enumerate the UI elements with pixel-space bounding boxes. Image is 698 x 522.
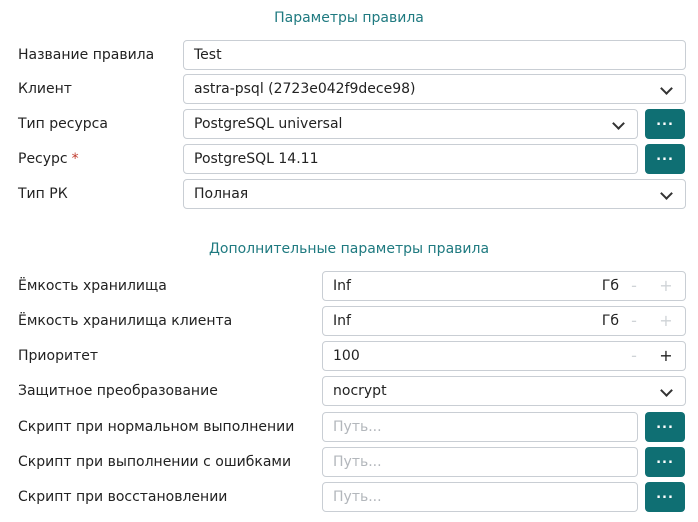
row-priority: Приоритет 100 - + bbox=[0, 341, 698, 371]
script-normal-input[interactable]: Путь... bbox=[322, 412, 638, 442]
rule-name-input[interactable]: Test bbox=[183, 40, 686, 70]
rule-name-label: Название правила bbox=[18, 47, 155, 63]
client-storage-capacity-decrement-button[interactable]: - bbox=[627, 307, 641, 335]
protective-transform-label: Защитное преобразование bbox=[18, 383, 218, 399]
script-errors-browse-button[interactable]: ... bbox=[645, 447, 685, 477]
row-script-normal: Скрипт при нормальном выполнении Путь...… bbox=[0, 412, 698, 442]
resource-type-label: Тип ресурса bbox=[18, 116, 108, 132]
storage-capacity-unit: Гб bbox=[601, 278, 619, 294]
script-normal-browse-button[interactable]: ... bbox=[645, 412, 685, 442]
resource-type-select[interactable]: PostgreSQL universal bbox=[183, 109, 638, 139]
row-storage-capacity: Ёмкость хранилища Inf Гб - + bbox=[0, 271, 698, 301]
client-label: Клиент bbox=[18, 81, 72, 97]
backup-type-label: Тип РК bbox=[18, 186, 68, 202]
resource-value: PostgreSQL 14.11 bbox=[194, 151, 319, 167]
script-normal-label: Скрипт при нормальном выполнении bbox=[18, 419, 295, 435]
storage-capacity-input[interactable]: Inf Гб - + bbox=[322, 271, 686, 301]
resource-type-browse-button[interactable]: ... bbox=[645, 109, 685, 139]
client-storage-capacity-label: Ёмкость хранилища клиента bbox=[18, 313, 233, 329]
script-errors-input[interactable]: Путь... bbox=[322, 447, 638, 477]
row-client: Клиент astra-psql (2723e042f9dece98) bbox=[0, 74, 698, 104]
row-resource: Ресурс * PostgreSQL 14.11 ... bbox=[0, 144, 698, 174]
storage-capacity-value: Inf bbox=[333, 278, 351, 294]
client-value: astra-psql (2723e042f9dece98) bbox=[194, 81, 416, 97]
section-title-main: Параметры правила bbox=[274, 10, 424, 26]
resource-input[interactable]: PostgreSQL 14.11 bbox=[183, 144, 638, 174]
row-client-storage-capacity: Ёмкость хранилища клиента Inf Гб - + bbox=[0, 306, 698, 336]
client-storage-capacity-unit: Гб bbox=[601, 313, 619, 329]
row-protective-transform: Защитное преобразование nocrypt bbox=[0, 376, 698, 406]
script-errors-label: Скрипт при выполнении с ошибками bbox=[18, 454, 292, 470]
resource-browse-button[interactable]: ... bbox=[645, 144, 685, 174]
priority-input[interactable]: 100 - + bbox=[322, 341, 686, 371]
client-storage-capacity-value: Inf bbox=[333, 313, 351, 329]
priority-decrement-button[interactable]: - bbox=[627, 342, 641, 370]
client-storage-capacity-increment-button[interactable]: + bbox=[659, 307, 673, 335]
priority-increment-button[interactable]: + bbox=[659, 342, 673, 370]
chevron-down-icon bbox=[612, 117, 625, 130]
rule-name-value: Test bbox=[194, 47, 222, 63]
protective-transform-value: nocrypt bbox=[333, 383, 387, 399]
row-rule-name: Название правила Test bbox=[0, 40, 698, 70]
script-restore-placeholder: Путь... bbox=[333, 489, 382, 505]
chevron-down-icon bbox=[660, 187, 673, 200]
chevron-down-icon bbox=[660, 82, 673, 95]
storage-capacity-label: Ёмкость хранилища bbox=[18, 278, 167, 294]
script-restore-input[interactable]: Путь... bbox=[322, 482, 638, 512]
priority-label: Приоритет bbox=[18, 348, 98, 364]
script-normal-placeholder: Путь... bbox=[333, 419, 382, 435]
backup-type-select[interactable]: Полная bbox=[183, 179, 686, 209]
chevron-down-icon bbox=[660, 384, 673, 397]
row-script-restore: Скрипт при восстановлении Путь... ... bbox=[0, 482, 698, 512]
resource-type-value: PostgreSQL universal bbox=[194, 116, 343, 132]
resource-label: Ресурс * bbox=[18, 151, 79, 167]
row-script-errors: Скрипт при выполнении с ошибками Путь...… bbox=[0, 447, 698, 477]
protective-transform-select[interactable]: nocrypt bbox=[322, 376, 686, 406]
required-mark: * bbox=[71, 151, 79, 167]
priority-value: 100 bbox=[333, 348, 360, 364]
script-errors-placeholder: Путь... bbox=[333, 454, 382, 470]
row-resource-type: Тип ресурса PostgreSQL universal ... bbox=[0, 109, 698, 139]
script-restore-label: Скрипт при восстановлении bbox=[18, 489, 228, 505]
storage-capacity-increment-button[interactable]: + bbox=[659, 272, 673, 300]
storage-capacity-decrement-button[interactable]: - bbox=[627, 272, 641, 300]
client-storage-capacity-input[interactable]: Inf Гб - + bbox=[322, 306, 686, 336]
script-restore-browse-button[interactable]: ... bbox=[645, 482, 685, 512]
client-select[interactable]: astra-psql (2723e042f9dece98) bbox=[183, 74, 686, 104]
row-backup-type: Тип РК Полная bbox=[0, 179, 698, 209]
section-title-extra: Дополнительные параметры правила bbox=[208, 241, 490, 257]
backup-type-value: Полная bbox=[194, 186, 249, 202]
